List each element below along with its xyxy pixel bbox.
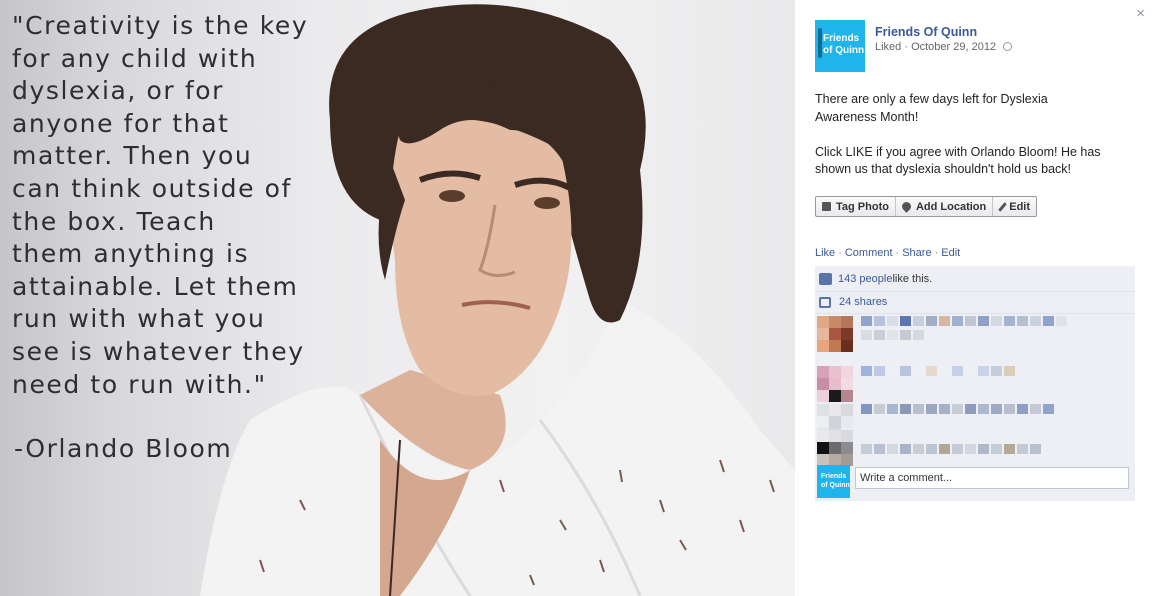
quote-author: -Orlando Bloom bbox=[14, 434, 233, 463]
comment-input[interactable] bbox=[855, 467, 1129, 489]
shares-summary: 24 shares bbox=[819, 296, 887, 308]
blurred-comment-text bbox=[861, 444, 1041, 454]
close-icon[interactable]: × bbox=[1136, 5, 1145, 22]
edit-button[interactable]: Edit bbox=[993, 197, 1036, 216]
blurred-comment-text bbox=[861, 330, 924, 340]
likes-suffix: like this. bbox=[892, 273, 933, 285]
location-pin-icon bbox=[900, 200, 913, 213]
add-location-label: Add Location bbox=[915, 200, 987, 213]
shares-count-link[interactable]: 24 shares bbox=[839, 296, 887, 308]
edit-label: Edit bbox=[1009, 200, 1031, 213]
edit-link[interactable]: Edit bbox=[941, 247, 960, 259]
comment-item bbox=[817, 430, 1133, 468]
photo-details-panel: × Friends of Quinn Friends Of Quinn Like… bbox=[795, 0, 1153, 596]
post-text: There are only a few days left for Dysle… bbox=[815, 92, 1101, 177]
commenter-avatar[interactable] bbox=[817, 430, 853, 466]
divider bbox=[815, 291, 1135, 292]
post-links: Like · Comment · Share · Edit bbox=[815, 247, 960, 259]
photo-action-bar: Tag Photo Add Location Edit bbox=[815, 196, 1038, 217]
add-location-button[interactable]: Add Location bbox=[896, 197, 994, 216]
photo-viewer[interactable]: "Creativity is the key for any child wit… bbox=[0, 0, 795, 596]
blurred-comment-text bbox=[861, 366, 1015, 376]
divider bbox=[815, 313, 1135, 314]
link-separator: · bbox=[895, 247, 900, 259]
blurred-comment-text bbox=[861, 316, 1067, 326]
composer-avatar-line1: Friends bbox=[821, 473, 847, 480]
like-link[interactable]: Like bbox=[815, 247, 835, 259]
tag-photo-label: Tag Photo bbox=[836, 200, 889, 213]
composer-avatar-line2: of Quinn bbox=[821, 482, 850, 489]
share-link[interactable]: Share bbox=[902, 247, 931, 259]
link-separator: · bbox=[934, 247, 939, 259]
comment-link[interactable]: Comment bbox=[845, 247, 893, 259]
composer-avatar[interactable]: Friends of Quinn bbox=[817, 465, 850, 498]
post-meta-text: Liked · October 29, 2012 bbox=[875, 41, 997, 53]
globe-icon[interactable] bbox=[1003, 42, 1013, 51]
likes-summary: 143 people like this. bbox=[819, 273, 932, 285]
thumbs-up-icon bbox=[819, 273, 832, 285]
tag-photo-button[interactable]: Tag Photo bbox=[816, 197, 896, 216]
logo-text-line1: Friends bbox=[823, 33, 860, 44]
quote-text: "Creativity is the key for any child wit… bbox=[12, 11, 309, 399]
pencil-icon bbox=[998, 201, 1008, 212]
comment-item bbox=[817, 316, 1133, 354]
commenter-avatar[interactable] bbox=[817, 316, 853, 352]
share-icon bbox=[819, 296, 831, 308]
feedback-box: 143 people like this. 24 shares Friends … bbox=[815, 266, 1135, 501]
logo-text-line2: of Quinn bbox=[823, 45, 865, 56]
link-separator: · bbox=[838, 247, 842, 259]
page-avatar[interactable]: Friends of Quinn bbox=[815, 20, 865, 72]
logo-figure-icon bbox=[818, 28, 822, 58]
post-meta: Liked · October 29, 2012 bbox=[875, 41, 1013, 53]
blurred-comment-text bbox=[861, 404, 1054, 414]
likes-count-link[interactable]: 143 people bbox=[838, 273, 892, 285]
comment-composer: Friends of Quinn bbox=[817, 465, 1133, 498]
commenter-avatar[interactable] bbox=[817, 366, 853, 402]
tag-icon bbox=[822, 202, 831, 211]
page-name-link[interactable]: Friends Of Quinn bbox=[875, 25, 977, 39]
comment-item bbox=[817, 366, 1133, 404]
